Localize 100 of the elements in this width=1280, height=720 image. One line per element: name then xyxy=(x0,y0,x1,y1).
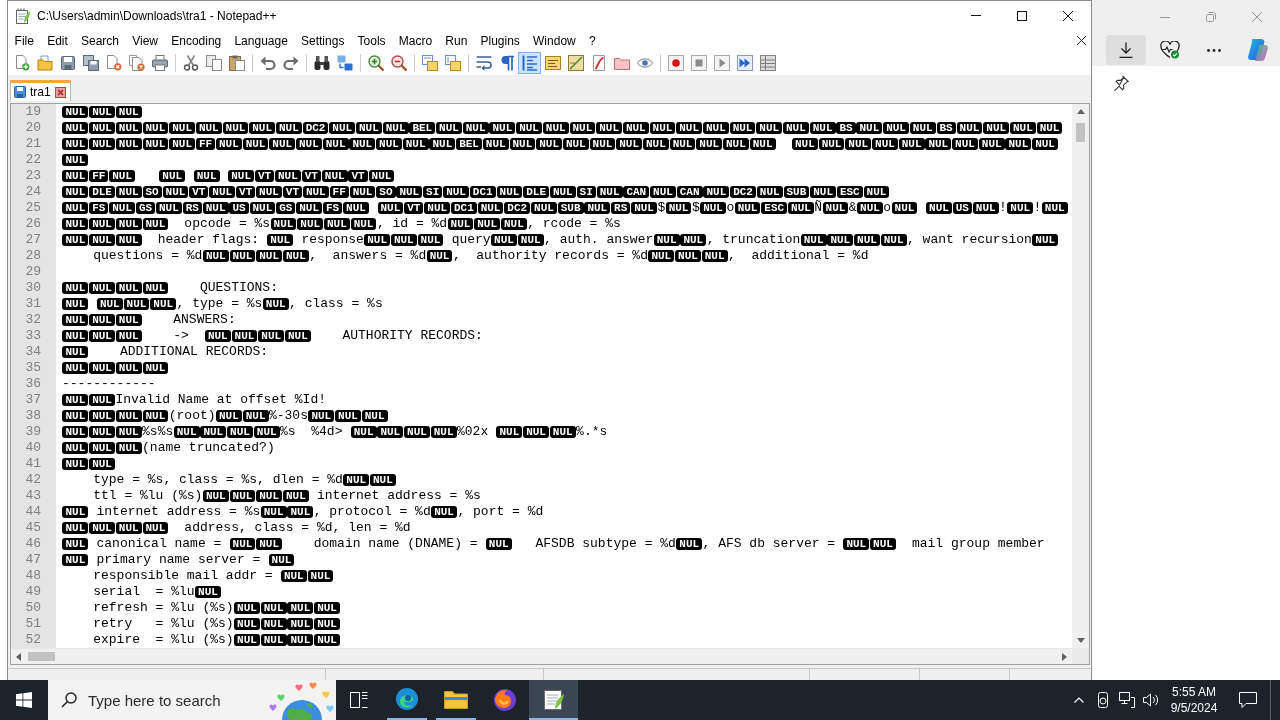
control-character: NUL xyxy=(321,170,348,182)
clock-time[interactable]: 5:55 AM xyxy=(1172,684,1216,700)
arrow-down-icon[interactable] xyxy=(1076,638,1085,643)
pin-icon[interactable] xyxy=(1113,75,1129,91)
play-icon[interactable] xyxy=(713,55,730,71)
scissors-icon[interactable] xyxy=(182,55,199,71)
menu-item[interactable]: Language xyxy=(227,30,295,51)
app-logo-icon[interactable] xyxy=(1246,38,1270,62)
eye-icon[interactable] xyxy=(636,55,653,71)
phone-icon[interactable] xyxy=(1096,692,1110,708)
start-icon[interactable] xyxy=(16,692,32,708)
save-icon[interactable] xyxy=(59,55,76,71)
close-all-icon[interactable] xyxy=(128,55,145,71)
clock-date[interactable]: 9/5/2024 xyxy=(1170,700,1218,716)
search-field[interactable]: Type here to search xyxy=(88,690,238,710)
control-character: NUL xyxy=(200,426,227,438)
two-squares-icon[interactable] xyxy=(336,55,353,71)
save-all-icon[interactable] xyxy=(82,55,99,71)
horizontal-scrollbar[interactable] xyxy=(11,648,1072,664)
file-tab[interactable]: tra1 xyxy=(10,80,71,101)
swirl-icon[interactable] xyxy=(394,687,419,711)
copy-icon[interactable] xyxy=(205,55,222,71)
notepad-icon[interactable] xyxy=(542,687,565,711)
control-character: NUL xyxy=(115,186,142,198)
menu-item[interactable]: Window xyxy=(526,30,583,51)
control-character: NUL xyxy=(89,330,115,342)
redo-icon[interactable] xyxy=(282,55,299,71)
paste-icon[interactable] xyxy=(228,55,245,71)
control-character: NUL xyxy=(193,170,220,182)
menu-item[interactable]: Settings xyxy=(294,30,351,51)
undo-icon[interactable] xyxy=(259,55,276,71)
page-stroke-icon[interactable] xyxy=(590,55,607,71)
arrow-right-icon[interactable] xyxy=(1062,652,1067,661)
new-file-icon[interactable] xyxy=(13,55,30,71)
control-character: SI xyxy=(423,186,443,198)
zoom-in-icon[interactable] xyxy=(367,55,384,71)
chevron-up-icon[interactable] xyxy=(1074,697,1084,703)
control-character: NUL xyxy=(115,138,142,150)
zoom-out-icon[interactable] xyxy=(390,55,407,71)
menu-item[interactable]: File xyxy=(8,30,41,51)
flame-globe-icon[interactable] xyxy=(492,688,517,712)
control-character: NUL xyxy=(142,138,169,150)
speaker-icon[interactable] xyxy=(1143,693,1159,707)
code-text: o xyxy=(883,200,892,215)
stop-icon[interactable] xyxy=(690,55,707,71)
line-number: 46 xyxy=(24,536,42,552)
close-icon[interactable] xyxy=(1063,10,1073,21)
code-text: QUESTIONS: xyxy=(198,280,278,295)
control-character: NUL xyxy=(285,330,311,342)
heart-check-icon[interactable] xyxy=(1160,41,1180,59)
line-number: 22 xyxy=(24,152,42,168)
menu-item[interactable]: Tools xyxy=(350,30,393,51)
binoculars-icon[interactable] xyxy=(313,55,330,71)
control-character: BS xyxy=(936,122,956,134)
close-file-icon[interactable] xyxy=(105,55,122,71)
menu-item[interactable]: Edit xyxy=(40,30,75,51)
menu-item[interactable]: Macro xyxy=(392,30,439,51)
task-view-icon[interactable] xyxy=(350,692,368,708)
menu-item[interactable]: ? xyxy=(582,30,603,51)
notification-icon[interactable] xyxy=(1238,692,1257,708)
close-icon[interactable] xyxy=(1077,36,1086,45)
printer-icon[interactable] xyxy=(151,55,168,71)
close-icon[interactable] xyxy=(54,86,66,98)
taskbar-button[interactable] xyxy=(529,680,578,720)
code-text: Invalid Name at offset %Id! xyxy=(115,392,326,407)
text-editor[interactable] xyxy=(10,103,1090,665)
control-character: NUL xyxy=(756,186,783,198)
network-icon[interactable] xyxy=(1119,692,1135,708)
menu-item[interactable]: Plugins xyxy=(473,30,527,51)
menu-item[interactable]: Run xyxy=(438,30,474,51)
search-box[interactable]: Type here to search xyxy=(48,680,336,720)
record-icon[interactable] xyxy=(667,55,684,71)
overlapping-windows-icon[interactable] xyxy=(421,55,438,71)
open-folder-icon[interactable] xyxy=(36,55,53,71)
arrow-left-icon[interactable] xyxy=(16,652,21,661)
control-character: VT xyxy=(301,170,321,182)
control-character: NUL xyxy=(549,426,576,438)
map-icon[interactable] xyxy=(567,55,584,71)
maximize-icon[interactable] xyxy=(1017,10,1027,21)
code-text: $ xyxy=(691,200,700,215)
indent-lines-toggle-button[interactable] xyxy=(518,52,541,74)
scroll-thumb[interactable] xyxy=(28,652,55,661)
folder-icon[interactable] xyxy=(443,689,468,709)
toolbar-button[interactable] xyxy=(1106,35,1146,65)
menu-item[interactable]: View xyxy=(125,30,165,51)
vertical-scrollbar[interactable] xyxy=(1072,104,1089,648)
more-icon[interactable] xyxy=(1207,48,1221,52)
word-wrap-icon[interactable] xyxy=(475,55,492,71)
menu-item[interactable]: Search xyxy=(74,30,126,51)
overlapping-windows-icon[interactable] xyxy=(444,55,461,71)
fast-forward-icon[interactable] xyxy=(736,55,753,71)
control-character: NUL xyxy=(115,330,142,342)
control-character: NUL xyxy=(696,138,723,150)
download-icon[interactable] xyxy=(1119,42,1133,58)
text-window-icon[interactable] xyxy=(544,55,561,71)
arrow-up-icon[interactable] xyxy=(1076,109,1085,114)
menu-item[interactable]: Encoding xyxy=(164,30,228,51)
grid-icon[interactable] xyxy=(759,55,776,71)
control-character: NUL xyxy=(202,250,229,262)
scroll-thumb[interactable] xyxy=(1076,123,1085,142)
